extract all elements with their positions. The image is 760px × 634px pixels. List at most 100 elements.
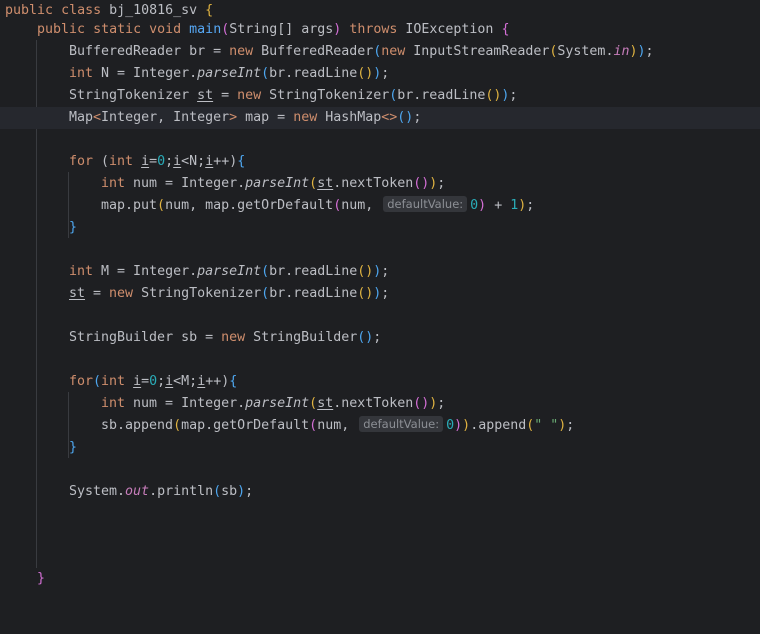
parameter-hint: defaultValue: — [383, 196, 468, 212]
code-line-19[interactable]: int num = Integer.parseInt(st.nextToken(… — [0, 393, 760, 415]
code-token: i — [141, 154, 150, 169]
code-token: parseInt — [197, 264, 262, 279]
code-token: ) — [454, 418, 463, 433]
code-token: Map — [69, 110, 94, 125]
code-line-5[interactable]: StringTokenizer st = new StringTokenizer… — [0, 85, 760, 107]
code-token: 0 — [157, 154, 166, 169]
code-line-21[interactable]: } — [0, 437, 760, 459]
code-token: num = Integer. — [125, 176, 246, 191]
code-token: HashMap — [317, 110, 382, 125]
code-line-16[interactable]: StringBuilder sb = new StringBuilder(); — [0, 327, 760, 349]
code-line-23[interactable]: System.out.println(sb); — [0, 481, 760, 503]
code-token: ; — [526, 198, 535, 213]
code-token: = — [213, 88, 238, 103]
code-token: StringBuilder — [245, 330, 358, 345]
code-line-3[interactable]: BufferedReader br = new BufferedReader(n… — [0, 41, 760, 63]
parameter-hint: defaultValue: — [359, 416, 444, 432]
code-token: .nextToken — [333, 396, 414, 411]
code-token: ) — [478, 198, 487, 213]
code-token: = — [149, 154, 158, 169]
code-token: = — [85, 286, 110, 301]
code-token: " " — [534, 418, 559, 433]
code-token: i — [133, 374, 142, 389]
code-token: map.put — [101, 198, 158, 213]
code-line-18[interactable]: for(int i=0;i<M;i++){ — [0, 371, 760, 393]
code-token: ; — [165, 154, 174, 169]
code-token: 0 — [470, 198, 479, 213]
code-token: ; — [381, 66, 390, 81]
code-token: () — [357, 264, 374, 279]
code-token: num, — [317, 418, 358, 433]
code-token: int — [109, 154, 134, 169]
code-token: IOException — [397, 22, 502, 37]
code-token: ( — [261, 286, 270, 301]
code-token: int — [101, 396, 126, 411]
code-line-27[interactable]: } — [0, 568, 760, 590]
code-token: () — [485, 88, 502, 103]
code-token: ( — [93, 374, 102, 389]
code-line-11[interactable]: } — [0, 217, 760, 239]
code-token: .println — [149, 484, 214, 499]
code-token: ( — [333, 198, 342, 213]
code-line-6[interactable]: Map<Integer, Integer> map = new HashMap<… — [0, 107, 760, 129]
code-token: Integer, Integer — [101, 110, 230, 125]
code-token: for — [69, 154, 94, 169]
code-token: } — [37, 571, 46, 586]
code-token: ( — [93, 154, 110, 169]
code-line-10[interactable]: map.put(num, map.getOrDefault(num, defau… — [0, 195, 760, 217]
code-line-13[interactable]: int M = Integer.parseInt(br.readLine()); — [0, 261, 760, 283]
code-token: () — [397, 110, 414, 125]
code-line-8[interactable]: for (int i=0;i<N;i++){ — [0, 151, 760, 173]
code-token: ; — [509, 88, 518, 103]
code-token: ; — [157, 374, 166, 389]
code-token: public — [37, 22, 86, 37]
code-token: st — [197, 88, 214, 103]
code-token: { — [205, 3, 214, 18]
code-line-4[interactable]: int N = Integer.parseInt(br.readLine()); — [0, 63, 760, 85]
code-token: <M; — [173, 374, 198, 389]
code-token: ++) — [213, 154, 238, 169]
code-token: <> — [381, 110, 398, 125]
code-token: < — [93, 110, 102, 125]
code-line-9[interactable]: int num = Integer.parseInt(st.nextToken(… — [0, 173, 760, 195]
code-token: main — [189, 22, 222, 37]
code-token: ( — [261, 66, 270, 81]
code-token: M = Integer. — [93, 264, 198, 279]
code-token: num = Integer. — [125, 396, 246, 411]
code-token: int — [101, 176, 126, 191]
code-token: class — [61, 3, 102, 18]
code-token: () — [357, 330, 374, 345]
code-token: StringTokenizer — [69, 88, 198, 103]
code-token: ) — [462, 418, 471, 433]
code-token: ; — [373, 330, 382, 345]
code-token: { — [229, 374, 238, 389]
code-token: 0 — [446, 418, 455, 433]
code-token: StringBuilder sb = — [69, 330, 222, 345]
code-token: parseInt — [245, 396, 310, 411]
code-token: bj_10816_sv — [101, 3, 206, 18]
code-token: ( — [309, 176, 318, 191]
code-token: String[] args — [229, 22, 334, 37]
code-token: ( — [261, 264, 270, 279]
code-token: ; — [645, 44, 654, 59]
code-editor[interactable]: public class bj_10816_sv { public static… — [0, 0, 760, 594]
code-token: ; — [245, 484, 254, 499]
code-token: System. — [557, 44, 614, 59]
code-token: new — [381, 44, 406, 59]
code-token: ; — [413, 110, 422, 125]
code-line-2[interactable]: public static void main(String[] args) t… — [0, 19, 760, 41]
code-token: static — [93, 22, 142, 37]
code-token: { — [501, 22, 510, 37]
code-token: new — [237, 88, 262, 103]
code-token: 0 — [149, 374, 158, 389]
code-line-20[interactable]: sb.append(map.getOrDefault(num, defaultV… — [0, 415, 760, 437]
code-token: new — [229, 44, 254, 59]
code-token: .append — [470, 418, 527, 433]
code-token: ) — [237, 484, 246, 499]
code-token: StringTokenizer — [133, 286, 262, 301]
code-line-14[interactable]: st = new StringTokenizer(br.readLine()); — [0, 283, 760, 305]
